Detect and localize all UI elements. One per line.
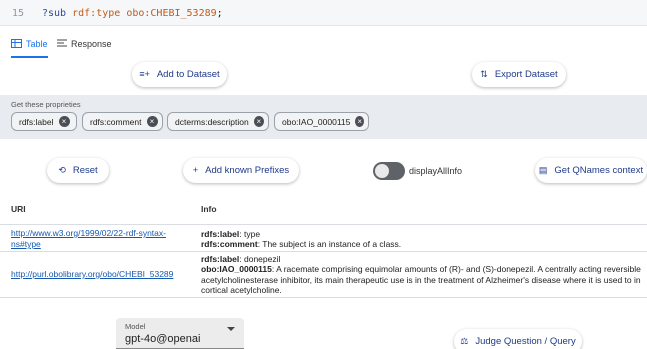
info-value: cortical acetylcholine.	[201, 285, 282, 296]
chip-dcterms-description[interactable]: dcterms:description ×	[167, 112, 269, 131]
code-variable: ?sub	[42, 8, 67, 19]
remove-chip-icon[interactable]: ×	[253, 116, 264, 127]
display-all-info-label: displayAllInfo	[409, 166, 463, 176]
chip-rdfs-label[interactable]: rdfs:label ×	[11, 112, 77, 131]
row-divider	[0, 297, 647, 298]
history-icon: ⟲	[58, 165, 66, 175]
info-value: acetylcholinesterase inhibitor, its main…	[201, 274, 641, 285]
chip-label: rdfs:comment	[90, 116, 142, 127]
code-object: obo:CHEBI_53289	[126, 8, 217, 19]
model-select[interactable]: Model gpt-4o@openai	[116, 318, 244, 349]
info-column-header[interactable]: Info	[201, 194, 217, 224]
chip-rdfs-comment[interactable]: rdfs:comment ×	[82, 112, 163, 131]
uri-link-line: http://www.w3.org/1999/02/22-rdf-syntax-	[11, 228, 166, 238]
code-terminator: ;	[216, 8, 223, 19]
chip-label: rdfs:label	[19, 116, 54, 127]
table-icon	[11, 38, 22, 50]
uri-column-header[interactable]: URI	[11, 194, 26, 224]
uri-link-line: ns#type	[11, 239, 41, 249]
properties-label: Get these proprieties	[11, 100, 81, 109]
tab-table-label: Table	[26, 39, 48, 49]
tab-response[interactable]: Response	[57, 30, 112, 58]
model-select-label: Model	[125, 322, 146, 331]
chevron-down-icon	[227, 327, 235, 331]
chip-label: dcterms:description	[175, 116, 249, 127]
sort-arrows-icon: ⇅	[480, 69, 488, 79]
info-value: : type	[239, 229, 261, 239]
tab-table[interactable]: Table	[11, 30, 48, 58]
result-tabs: Table Response	[0, 30, 647, 58]
gavel-icon: ⚖	[460, 336, 469, 346]
info-key: rdfs:label	[201, 254, 240, 264]
properties-panel: Get these proprieties rdfs:label × rdfs:…	[0, 95, 647, 139]
line-number: 15	[12, 8, 25, 19]
remove-chip-icon[interactable]: ×	[355, 116, 364, 127]
tab-response-label: Response	[71, 39, 112, 49]
info-value: : donepezil	[239, 254, 281, 264]
model-select-value: gpt-4o@openai	[125, 333, 201, 345]
judge-question-query-button[interactable]: ⚖ Judge Question / Query	[454, 329, 582, 349]
add-known-prefixes-label: Add known Prefixes	[205, 165, 290, 176]
plus-icon: +	[192, 165, 199, 175]
text-lines-icon	[57, 39, 67, 50]
remove-chip-icon[interactable]: ×	[58, 116, 70, 127]
reset-label: Reset	[72, 165, 98, 176]
export-dataset-label: Export Dataset	[494, 69, 558, 80]
info-cell: rdfs:label: donepezil obo:IAO_0000115: A…	[201, 254, 647, 296]
add-to-dataset-label: Add to Dataset	[156, 69, 220, 80]
chip-obo-iao[interactable]: obo:IAO_0000115 ×	[274, 112, 369, 131]
file-icon: ▤	[538, 165, 548, 175]
table-row: http://www.w3.org/1999/02/22-rdf-syntax-…	[0, 225, 647, 250]
remove-chip-icon[interactable]: ×	[146, 116, 158, 127]
info-value: : The subject is an instance of a class.	[257, 239, 402, 250]
code-predicate: rdf:type	[72, 8, 121, 19]
add-to-dataset-button[interactable]: ≡+ Add to Dataset	[132, 62, 227, 87]
query-editor-line[interactable]: 15 ?sub rdf:type obo:CHEBI_53289;	[0, 0, 647, 26]
get-qnames-context-button[interactable]: ▤ Get QNames context	[535, 158, 647, 183]
uri-link[interactable]: http://www.w3.org/1999/02/22-rdf-syntax-…	[11, 228, 191, 250]
add-known-prefixes-button[interactable]: + Add known Prefixes	[183, 158, 299, 183]
info-key: rdfs:label	[201, 229, 240, 239]
info-key: rdfs:comment	[201, 239, 258, 250]
playlist-add-icon: ≡+	[139, 69, 150, 79]
reset-button[interactable]: ⟲ Reset	[47, 158, 109, 183]
info-value: : A racemate comprising equimolar amount…	[271, 264, 641, 275]
chip-label: obo:IAO_0000115	[282, 116, 351, 127]
export-dataset-button[interactable]: ⇅ Export Dataset	[472, 62, 566, 87]
info-key: obo:IAO_0000115	[201, 264, 272, 275]
display-all-info-toggle[interactable]	[373, 162, 405, 180]
get-qnames-context-label: Get QNames context	[554, 165, 644, 176]
info-cell: rdfs:label: type rdfs:comment: The subje…	[201, 229, 647, 250]
table-row: http://purl.obolibrary.org/obo/CHEBI_532…	[0, 252, 647, 296]
judge-label: Judge Question / Query	[475, 336, 576, 347]
uri-link[interactable]: http://purl.obolibrary.org/obo/CHEBI_532…	[11, 269, 191, 280]
code-text[interactable]: ?sub rdf:type obo:CHEBI_53289;	[42, 8, 223, 19]
toggle-knob	[375, 164, 389, 178]
